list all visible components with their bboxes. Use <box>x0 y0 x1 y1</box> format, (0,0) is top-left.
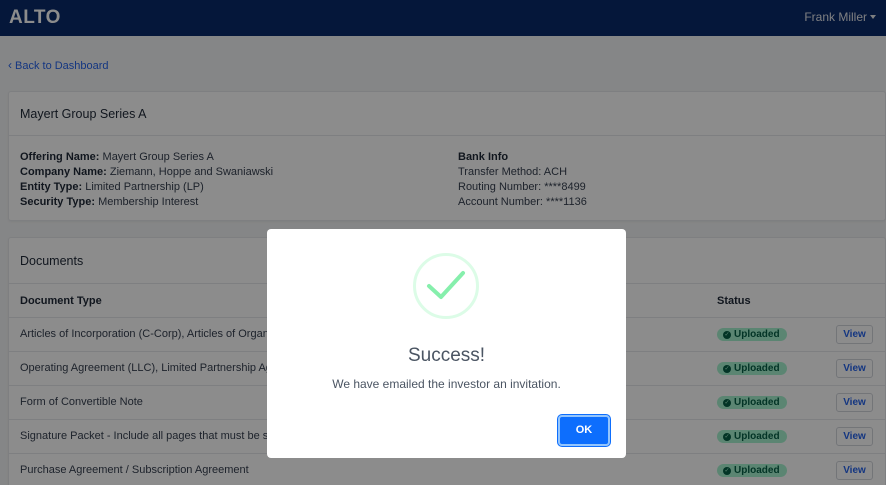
ok-button[interactable]: OK <box>558 415 610 446</box>
modal-message: We have emailed the investor an invitati… <box>332 377 561 391</box>
modal-title: Success! <box>407 345 486 366</box>
success-checkmark-icon <box>413 253 479 319</box>
checkmark-icon <box>427 271 465 299</box>
success-modal: Success! We have emailed the investor an… <box>267 229 626 458</box>
